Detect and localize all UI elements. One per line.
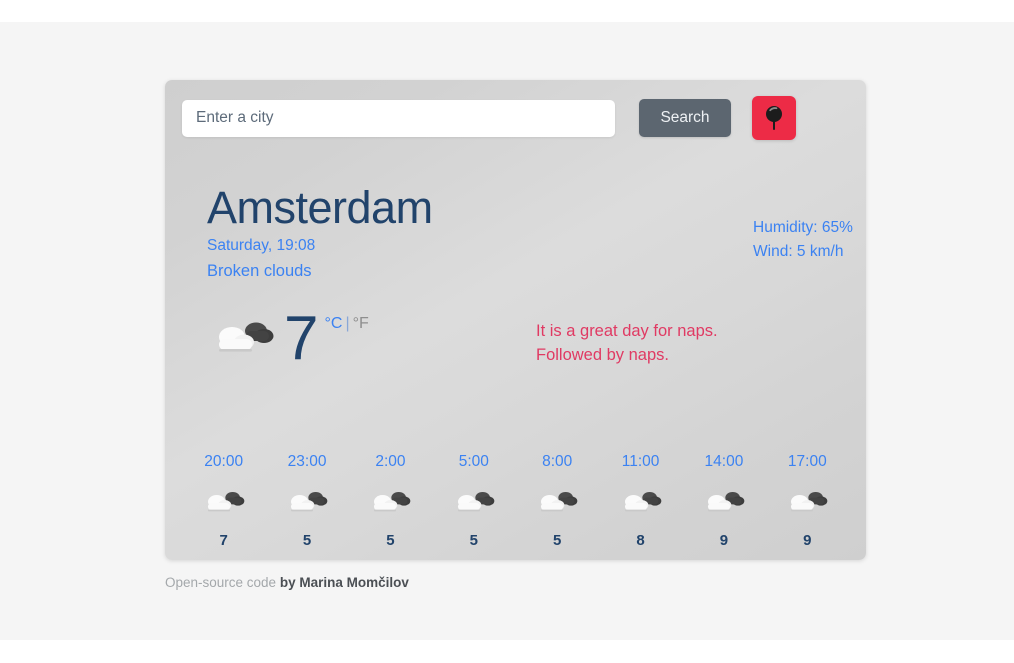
broken-clouds-icon	[516, 483, 599, 523]
broken-clouds-icon	[349, 483, 432, 523]
weather-card: Search Amsterdam Saturday, 19:08 Broken …	[165, 80, 866, 560]
forecast-time: 14:00	[704, 453, 744, 470]
temperature-block: 7 °C | °F	[210, 308, 369, 370]
forecast-temp: 5	[553, 531, 562, 549]
forecast-temp: 5	[302, 531, 312, 549]
broken-clouds-icon	[432, 483, 515, 523]
forecast-temp: 5	[386, 531, 395, 549]
weather-metrics: Humidity: 65% Wind: 5 km/h	[753, 216, 853, 263]
broken-clouds-icon	[182, 483, 265, 523]
broken-clouds-icon	[599, 483, 682, 523]
fahrenheit-link[interactable]: °F	[353, 315, 369, 332]
search-button[interactable]: Search	[639, 99, 731, 137]
temperature-value: 7	[284, 304, 319, 373]
forecast-time: 20:00	[204, 453, 244, 470]
forecast-temp: 8	[636, 531, 645, 549]
forecast-item: 8:00 5	[516, 454, 599, 549]
forecast-temp: 5	[469, 531, 478, 549]
weather-message: It is a great day for naps. Followed by …	[536, 320, 826, 368]
broken-clouds-icon	[265, 483, 348, 523]
open-source-link[interactable]: Open-source code	[165, 575, 276, 590]
broken-clouds-icon	[210, 315, 276, 363]
broken-clouds-icon	[682, 483, 765, 523]
current-conditions: Amsterdam Saturday, 19:08 Broken clouds	[207, 184, 607, 284]
city-name: Amsterdam	[207, 182, 433, 233]
weather-description: Broken clouds	[207, 261, 312, 280]
forecast-temp: 9	[719, 531, 729, 549]
unit-separator: |	[345, 315, 350, 332]
forecast-item: 2:00 5	[349, 454, 432, 549]
forecast-time: 23:00	[287, 453, 327, 470]
forecast-time: 2:00	[375, 453, 406, 470]
current-location-button[interactable]	[752, 96, 796, 140]
humidity-value: Humidity: 65%	[753, 219, 853, 236]
footer-author: by Marina Momčilov	[279, 575, 409, 590]
footer: Open-source code by Marina Momčilov	[165, 574, 409, 592]
message-line-1: It is a great day for naps.	[536, 322, 718, 340]
forecast-item: 20:00 7	[182, 454, 265, 549]
forecast-time: 17:00	[787, 453, 827, 470]
current-datetime: Saturday, 19:08	[207, 236, 316, 254]
wind-value: Wind: 5 km/h	[753, 242, 844, 260]
forecast-temp: 9	[803, 531, 812, 549]
unit-toggle: °C | °F	[324, 315, 368, 333]
forecast-item: 11:00 8	[599, 454, 682, 549]
search-form: Search	[182, 96, 849, 140]
forecast-time: 5:00	[458, 453, 489, 470]
forecast-item: 5:00 5	[432, 454, 515, 549]
message-line-2: Followed by naps.	[536, 345, 669, 364]
forecast-time: 11:00	[621, 453, 660, 470]
celsius-link[interactable]: °C	[324, 315, 342, 332]
forecast-item: 14:00 9	[682, 454, 765, 549]
forecast-row: 20:00 7 23:00 5 2:00 5 5:00 5 8:00 5 11:…	[182, 454, 849, 549]
broken-clouds-icon	[766, 483, 849, 523]
forecast-item: 17:00 9	[766, 454, 849, 549]
city-search-input[interactable]	[182, 99, 615, 137]
forecast-temp: 7	[219, 531, 228, 549]
map-pin-icon	[764, 105, 784, 131]
forecast-time: 8:00	[542, 453, 573, 470]
forecast-item: 23:00 5	[265, 454, 348, 549]
